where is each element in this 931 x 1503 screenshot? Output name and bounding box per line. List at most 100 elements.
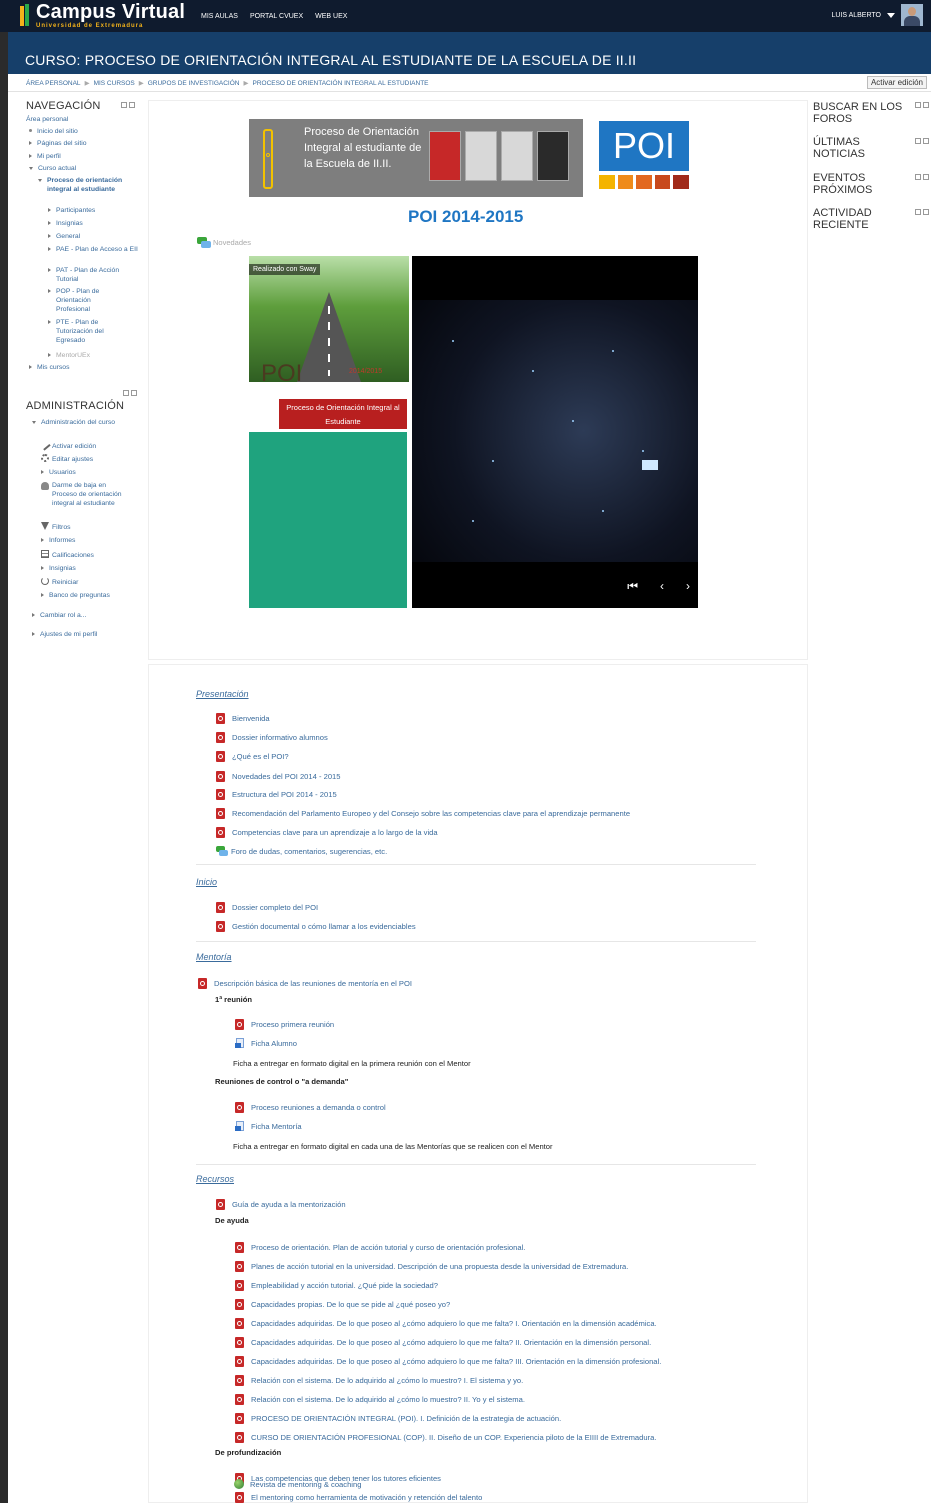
- nav-pte[interactable]: PTE - Plan de Tutorización del Egresado: [48, 318, 126, 345]
- nav-mis-cursos[interactable]: Mis cursos: [29, 363, 69, 372]
- nav-general[interactable]: General: [48, 232, 80, 241]
- resource-link[interactable]: Planes de acción tutorial en la universi…: [235, 1261, 628, 1272]
- resource-link[interactable]: Capacidades propias. De lo que se pide a…: [235, 1299, 450, 1310]
- resource-link[interactable]: Estructura del POI 2014 - 2015: [216, 789, 337, 800]
- block-controls[interactable]: [915, 138, 929, 144]
- nav-curso-actual[interactable]: Curso actual: [29, 164, 76, 173]
- admin-block-controls[interactable]: [123, 390, 137, 396]
- resource-link[interactable]: Capacidades adquiridas. De lo que poseo …: [235, 1356, 661, 1367]
- user-name[interactable]: LUIS ALBERTO: [831, 12, 881, 19]
- resource-link[interactable]: ¿Qué es el POI?: [216, 751, 289, 762]
- block-controls[interactable]: [915, 209, 929, 215]
- resource-label[interactable]: Recomendación del Parlamento Europeo y d…: [232, 809, 630, 818]
- nav-pat[interactable]: PAT - Plan de Acción Tutorial: [48, 266, 138, 284]
- resource-link[interactable]: Gestión documental o cómo llamar a los e…: [216, 921, 416, 932]
- resource-link[interactable]: Capacidades adquiridas. De lo que poseo …: [235, 1318, 657, 1329]
- resource-label[interactable]: Proceso de orientación. Plan de acción t…: [251, 1243, 525, 1252]
- hide-icon[interactable]: [923, 102, 929, 108]
- resource-label[interactable]: Descripción básica de las reuniones de m…: [214, 979, 412, 988]
- resource-link[interactable]: Guía de ayuda a la mentorización: [216, 1199, 346, 1210]
- resource-link[interactable]: Relación con el sistema. De lo adquirido…: [235, 1394, 525, 1405]
- nav-web-uex[interactable]: WEB UEX: [315, 13, 347, 20]
- dock-icon[interactable]: [915, 209, 921, 215]
- resource-link[interactable]: Novedades del POI 2014 - 2015: [216, 771, 341, 782]
- nav-paginas-sitio[interactable]: Páginas del sitio: [29, 139, 87, 148]
- resource-label[interactable]: Guía de ayuda a la mentorización: [232, 1200, 346, 1209]
- hide-icon[interactable]: [131, 390, 137, 396]
- chevron-down-icon[interactable]: [887, 12, 895, 18]
- forum-link[interactable]: Foro de dudas, comentarios, sugerencias,…: [216, 846, 387, 856]
- resource-label[interactable]: Proceso reuniones a demanda o control: [251, 1103, 386, 1112]
- nav-inicio-sitio[interactable]: Inicio del sitio: [29, 127, 78, 136]
- admin-reiniciar[interactable]: Reiniciar: [41, 577, 78, 587]
- hide-icon[interactable]: [923, 174, 929, 180]
- section-title-presentacion[interactable]: Presentación: [196, 689, 249, 699]
- nav-pop[interactable]: POP - Plan de Orientación Profesional: [48, 287, 116, 314]
- campus-virtual-logo[interactable]: Campus Virtual Universidad de Extremadur…: [18, 2, 185, 29]
- resource-label[interactable]: Novedades del POI 2014 - 2015: [232, 772, 341, 781]
- admin-course-admin[interactable]: Administración del curso: [32, 418, 121, 427]
- resource-link[interactable]: Proceso de orientación. Plan de acción t…: [235, 1242, 525, 1253]
- dock-icon[interactable]: [121, 102, 127, 108]
- resource-label[interactable]: Capacidades propias. De lo que se pide a…: [251, 1300, 450, 1309]
- resource-label[interactable]: Estructura del POI 2014 - 2015: [232, 790, 337, 799]
- resource-label[interactable]: Revista de mentoring & coaching: [250, 1480, 361, 1489]
- dock-icon[interactable]: [123, 390, 129, 396]
- avatar[interactable]: [901, 4, 923, 26]
- resource-link[interactable]: Dossier informativo alumnos: [216, 732, 328, 743]
- resource-label[interactable]: Planes de acción tutorial en la universi…: [251, 1262, 628, 1271]
- section-title-recursos[interactable]: Recursos: [196, 1174, 234, 1184]
- breadcrumb-item[interactable]: MIS CURSOS: [94, 80, 135, 87]
- block-controls[interactable]: [915, 174, 929, 180]
- nav-mis-aulas[interactable]: MIS AULAS: [201, 13, 238, 20]
- hide-icon[interactable]: [129, 102, 135, 108]
- resource-label[interactable]: Competencias clave para un aprendizaje a…: [232, 828, 438, 837]
- nav-insignias[interactable]: Insignias: [48, 219, 83, 228]
- resource-label[interactable]: CURSO DE ORIENTACIÓN PROFESIONAL (COP). …: [251, 1433, 656, 1442]
- resource-label[interactable]: El mentoring como herramienta de motivac…: [251, 1493, 482, 1502]
- admin-banco-preguntas[interactable]: Banco de preguntas: [41, 591, 110, 600]
- resource-label[interactable]: Capacidades adquiridas. De lo que poseo …: [251, 1338, 651, 1347]
- resource-link[interactable]: Relación con el sistema. De lo adquirido…: [235, 1375, 523, 1386]
- resource-label[interactable]: Dossier completo del POI: [232, 903, 318, 912]
- hide-icon[interactable]: [923, 138, 929, 144]
- resource-link[interactable]: Bienvenida: [216, 713, 270, 724]
- admin-darme-de-baja[interactable]: Darme de baja en Proceso de orientación …: [41, 481, 132, 508]
- user-menu[interactable]: LUIS ALBERTO: [831, 4, 923, 26]
- resource-label[interactable]: Gestión documental o cómo llamar a los e…: [232, 922, 416, 931]
- resource-link[interactable]: Ficha Alumno: [235, 1038, 297, 1049]
- resource-label[interactable]: ¿Qué es el POI?: [232, 752, 289, 761]
- chevron-left-icon[interactable]: ‹: [660, 579, 664, 594]
- resource-label[interactable]: Capacidades adquiridas. De lo que poseo …: [251, 1319, 657, 1328]
- nav-pae[interactable]: PAE - Plan de Acceso a EII: [48, 245, 138, 254]
- nav-mentoruex[interactable]: MentorUEx: [48, 351, 90, 360]
- resource-link[interactable]: Empleabilidad y acción tutorial. ¿Qué pi…: [235, 1280, 438, 1291]
- admin-cambiar-rol[interactable]: Cambiar rol a...: [32, 611, 86, 620]
- admin-usuarios[interactable]: Usuarios: [41, 468, 76, 477]
- admin-calificaciones[interactable]: Calificaciones: [41, 550, 94, 560]
- sway-embed-left[interactable]: Realizado con Sway POI 2014/2015 Proceso…: [249, 256, 409, 608]
- nav-area-personal[interactable]: Área personal: [26, 115, 68, 124]
- resource-label[interactable]: Empleabilidad y acción tutorial. ¿Qué pi…: [251, 1281, 438, 1290]
- resource-label[interactable]: Proceso primera reunión: [251, 1020, 334, 1029]
- chevron-right-icon[interactable]: ›: [686, 579, 690, 594]
- dock-icon[interactable]: [915, 138, 921, 144]
- admin-activar-edicion[interactable]: Activar edición: [39, 439, 96, 451]
- novedades-link[interactable]: Novedades: [197, 237, 251, 248]
- breadcrumb-item[interactable]: ÁREA PERSONAL: [26, 80, 81, 87]
- admin-informes[interactable]: Informes: [41, 536, 75, 545]
- navigation-block-controls[interactable]: [121, 102, 135, 108]
- resource-link[interactable]: Competencias clave para un aprendizaje a…: [216, 827, 438, 838]
- resource-link[interactable]: Recomendación del Parlamento Europeo y d…: [216, 808, 630, 819]
- breadcrumb-item[interactable]: GRUPOS DE INVESTIGACIÓN: [148, 80, 240, 87]
- hide-icon[interactable]: [923, 209, 929, 215]
- dock-icon[interactable]: [915, 174, 921, 180]
- section-title-mentoria[interactable]: Mentoría: [196, 952, 232, 962]
- resource-label[interactable]: Relación con el sistema. De lo adquirido…: [251, 1395, 525, 1404]
- admin-filtros[interactable]: Filtros: [41, 522, 71, 532]
- admin-ajustes-perfil[interactable]: Ajustes de mi perfil: [32, 630, 97, 639]
- resource-label[interactable]: Relación con el sistema. De lo adquirido…: [251, 1376, 523, 1385]
- resource-link[interactable]: Ficha Mentoría: [235, 1121, 302, 1132]
- resource-link[interactable]: Proceso reuniones a demanda o control: [235, 1102, 386, 1113]
- breadcrumb-item[interactable]: PROCESO DE ORIENTACIÓN INTEGRAL AL ESTUD…: [252, 80, 428, 87]
